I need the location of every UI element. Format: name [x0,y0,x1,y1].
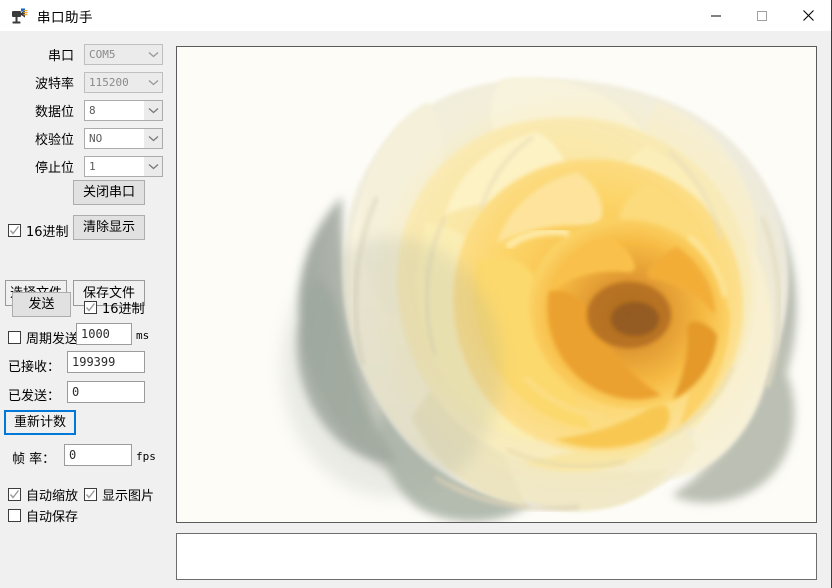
titlebar: 串口助手 [0,0,831,31]
combo-baudrate-value: 115200 [85,73,129,92]
period-unit-label: ms [136,329,149,342]
field-row-databits: 数据位 8 [20,100,163,121]
periodic-send-checkbox[interactable]: 周期发送 [8,328,78,347]
chevron-down-icon[interactable] [144,157,162,176]
send-text-input[interactable] [176,533,817,580]
hex-send-checkbox[interactable]: 16进制 [84,298,145,317]
checkbox-box [8,509,21,522]
show-image-label: 显示图片 [102,485,154,504]
auto-save-label: 自动保存 [26,506,78,525]
combo-databits-value: 8 [85,101,96,120]
combo-port-value: COM5 [85,45,116,64]
serial-assistant-window: 串口助手 串口 COM5 波特率 [0,0,832,588]
close-port-button[interactable]: 关闭串口 [73,180,145,205]
label-baudrate: 波特率 [35,73,74,92]
checkbox-box [8,488,21,501]
chevron-down-icon[interactable] [144,101,162,120]
chevron-down-icon[interactable] [144,129,162,148]
label-stopbits: 停止位 [35,157,74,176]
combo-parity[interactable]: NO [84,128,163,149]
received-label: 已接收： [8,356,60,375]
field-row-baudrate: 波特率 115200 [20,72,163,93]
label-parity: 校验位 [35,129,74,148]
show-image-checkbox[interactable]: 显示图片 [84,485,154,504]
hex-receive-checkbox[interactable]: 16进制 [8,221,69,240]
label-port: 串口 [48,45,74,64]
hex-receive-label: 16进制 [26,221,69,240]
sent-label: 已发送： [8,385,60,404]
checkbox-box [8,224,21,237]
control-panel: 串口 COM5 波特率 115200 数据位 8 [0,31,170,588]
reset-count-button[interactable]: 重新计数 [4,410,76,435]
clear-display-button[interactable]: 清除显示 [73,215,145,240]
checkbox-box [84,301,97,314]
auto-scale-checkbox[interactable]: 自动缩放 [8,485,78,504]
send-button[interactable]: 发送 [12,292,71,317]
label-databits: 数据位 [35,101,74,120]
minimize-button[interactable] [693,0,739,31]
window-controls [693,0,831,31]
auto-scale-label: 自动缩放 [26,485,78,504]
field-row-parity: 校验位 NO [20,128,163,149]
close-button[interactable] [785,0,831,31]
auto-save-checkbox[interactable]: 自动保存 [8,506,78,525]
sent-value-field[interactable] [67,381,145,403]
periodic-send-label: 周期发送 [26,328,78,347]
chevron-down-icon [144,45,162,64]
camera-icon [8,5,30,27]
window-title: 串口助手 [37,6,93,26]
field-row-port: 串口 COM5 [20,44,163,65]
checkbox-box [8,331,21,344]
combo-baudrate[interactable]: 115200 [84,72,163,93]
yellow-rose-photo [177,47,816,522]
fps-label: 帧 率： [12,448,55,467]
field-row-stopbits: 停止位 1 [20,156,163,177]
received-value-field[interactable] [67,351,145,373]
fps-unit-label: fps [136,450,156,463]
image-preview-panel[interactable] [176,46,817,523]
checkbox-box [84,488,97,501]
combo-port[interactable]: COM5 [84,44,163,65]
maximize-button[interactable] [739,0,785,31]
combo-stopbits[interactable]: 1 [84,156,163,177]
combo-parity-value: NO [85,129,102,148]
period-input[interactable] [76,323,132,345]
combo-databits[interactable]: 8 [84,100,163,121]
chevron-down-icon [144,73,162,92]
hex-send-label: 16进制 [102,298,145,317]
fps-value-field[interactable] [64,444,132,466]
combo-stopbits-value: 1 [85,157,96,176]
